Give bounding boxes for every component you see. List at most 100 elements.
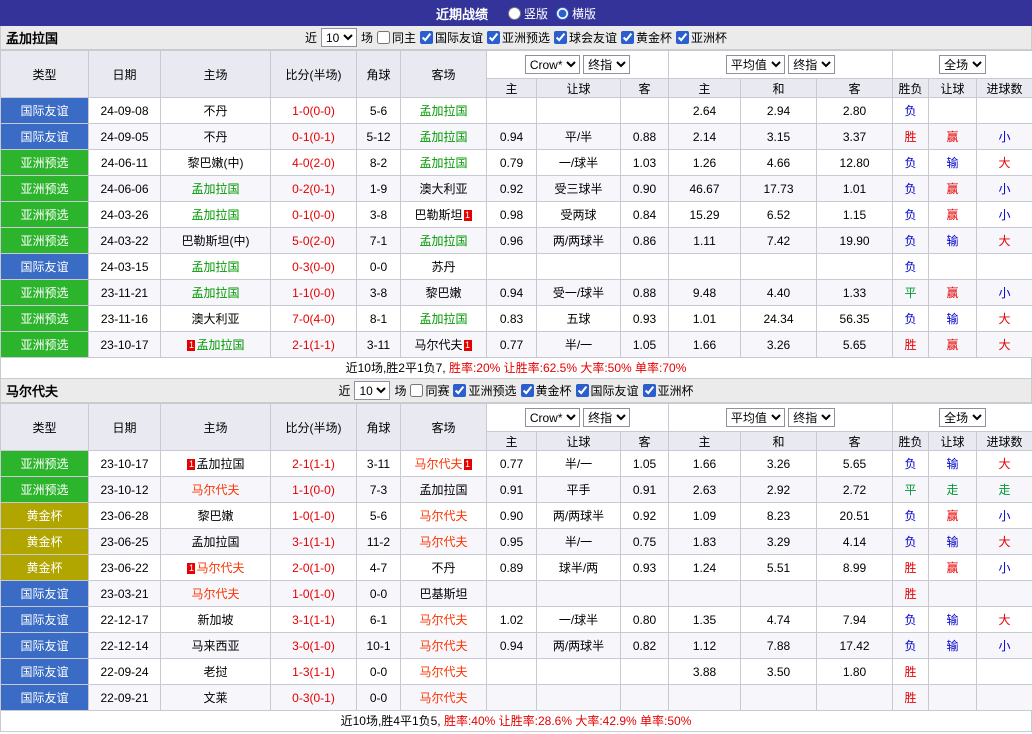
average-odds-time-select[interactable]: 终指 [788,55,835,74]
team-link[interactable]: 黎巴嫩 [197,509,233,523]
league-checkbox[interactable] [554,31,567,44]
league-checkbox[interactable] [576,384,589,397]
away-team-cell[interactable]: 马尔代夫1 [401,332,487,358]
league-filter[interactable]: 亚洲杯 [676,29,727,46]
league-checkbox[interactable] [676,31,689,44]
score-cell[interactable]: 5-0(2-0) [271,228,357,254]
league-filter[interactable]: 黄金杯 [521,382,572,399]
away-team-cell[interactable]: 巴基斯坦 [401,581,487,607]
team-link[interactable]: 马尔代夫 [419,691,467,705]
league-filter[interactable]: 球会友谊 [554,29,617,46]
score-cell[interactable]: 3-1(1-1) [271,529,357,555]
team-link[interactable]: 孟加拉国 [191,286,239,300]
home-team-cell[interactable]: 马来西亚 [161,633,271,659]
score-cell[interactable]: 3-0(1-0) [271,633,357,659]
home-team-cell[interactable]: 新加坡 [161,607,271,633]
league-filter[interactable]: 黄金杯 [621,29,672,46]
team-link[interactable]: 巴基斯坦 [419,587,467,601]
score-cell[interactable]: 2-0(1-0) [271,555,357,581]
team-link[interactable]: 新加坡 [197,613,233,627]
period-select[interactable]: 全场 [939,408,986,427]
average-odds-select[interactable]: 平均值 [726,55,785,74]
vertical-radio[interactable] [508,7,521,20]
score-cell[interactable]: 0-3(0-1) [271,685,357,711]
away-team-cell[interactable]: 孟加拉国 [401,228,487,254]
same-venue-checkbox[interactable] [410,384,423,397]
team-link[interactable]: 黎巴嫩(中) [188,156,244,170]
league-checkbox[interactable] [643,384,656,397]
score-cell[interactable]: 1-0(0-0) [271,98,357,124]
home-team-cell[interactable]: 孟加拉国 [161,280,271,306]
team-link[interactable]: 孟加拉国 [419,483,467,497]
layout-radio-horizontal[interactable]: 横版 [556,5,596,22]
team-link[interactable]: 马尔代夫 [414,338,462,352]
average-odds-time-select[interactable]: 终指 [788,408,835,427]
home-team-cell[interactable]: 孟加拉国 [161,529,271,555]
team-link[interactable]: 巴勒斯坦(中) [182,234,250,248]
away-team-cell[interactable]: 孟加拉国 [401,150,487,176]
home-team-cell[interactable]: 澳大利亚 [161,306,271,332]
league-checkbox[interactable] [621,31,634,44]
home-team-cell[interactable]: 孟加拉国 [161,254,271,280]
home-team-cell[interactable]: 不丹 [161,98,271,124]
team-link[interactable]: 巴勒斯坦 [414,208,462,222]
team-link[interactable]: 孟加拉国 [419,234,467,248]
home-team-cell[interactable]: 文莱 [161,685,271,711]
team-link[interactable]: 马尔代夫 [196,561,244,575]
score-cell[interactable]: 4-0(2-0) [271,150,357,176]
home-team-cell[interactable]: 老挝 [161,659,271,685]
away-team-cell[interactable]: 马尔代夫 [401,607,487,633]
team-link[interactable]: 孟加拉国 [419,104,467,118]
team-link[interactable]: 马尔代夫 [191,483,239,497]
away-team-cell[interactable]: 黎巴嫩 [401,280,487,306]
team-link[interactable]: 不丹 [203,104,227,118]
away-team-cell[interactable]: 孟加拉国 [401,98,487,124]
average-odds-select[interactable]: 平均值 [726,408,785,427]
score-cell[interactable]: 1-0(1-0) [271,581,357,607]
score-cell[interactable]: 0-2(0-1) [271,176,357,202]
odds-time-select[interactable]: 终指 [583,408,630,427]
home-team-cell[interactable]: 孟加拉国 [161,202,271,228]
score-cell[interactable]: 0-1(0-0) [271,202,357,228]
team-link[interactable]: 黎巴嫩 [425,286,461,300]
team-link[interactable]: 孟加拉国 [191,208,239,222]
score-cell[interactable]: 1-1(0-0) [271,477,357,503]
same-venue-filter[interactable]: 同赛 [410,382,449,399]
team-link[interactable]: 老挝 [203,665,227,679]
league-checkbox[interactable] [487,31,500,44]
league-filter[interactable]: 亚洲预选 [487,29,550,46]
team-link[interactable]: 澳大利亚 [419,182,467,196]
away-team-cell[interactable]: 马尔代夫 [401,503,487,529]
league-filter[interactable]: 国际友谊 [576,382,639,399]
team-link[interactable]: 孟加拉国 [191,182,239,196]
team-link[interactable]: 马尔代夫 [419,639,467,653]
score-cell[interactable]: 3-1(1-1) [271,607,357,633]
team-link[interactable]: 孟加拉国 [191,535,239,549]
team-link[interactable]: 马尔代夫 [419,509,467,523]
team-link[interactable]: 马尔代夫 [419,613,467,627]
same-venue-checkbox[interactable] [377,31,390,44]
league-filter[interactable]: 国际友谊 [420,29,483,46]
league-checkbox[interactable] [420,31,433,44]
away-team-cell[interactable]: 澳大利亚 [401,176,487,202]
team-link[interactable]: 不丹 [203,130,227,144]
league-filter[interactable]: 亚洲预选 [453,382,516,399]
away-team-cell[interactable]: 马尔代夫1 [401,451,487,477]
score-cell[interactable]: 1-3(1-1) [271,659,357,685]
team-link[interactable]: 马尔代夫 [419,535,467,549]
match-count-select[interactable]: 10 [321,28,357,47]
score-cell[interactable]: 0-3(0-0) [271,254,357,280]
away-team-cell[interactable]: 马尔代夫 [401,633,487,659]
home-team-cell[interactable]: 黎巴嫩(中) [161,150,271,176]
team-link[interactable]: 不丹 [431,561,455,575]
score-cell[interactable]: 0-1(0-1) [271,124,357,150]
score-cell[interactable]: 2-1(1-1) [271,451,357,477]
home-team-cell[interactable]: 巴勒斯坦(中) [161,228,271,254]
away-team-cell[interactable]: 苏丹 [401,254,487,280]
team-link[interactable]: 苏丹 [431,260,455,274]
team-link[interactable]: 孟加拉国 [419,156,467,170]
away-team-cell[interactable]: 孟加拉国 [401,477,487,503]
home-team-cell[interactable]: 黎巴嫩 [161,503,271,529]
away-team-cell[interactable]: 孟加拉国 [401,124,487,150]
home-team-cell[interactable]: 孟加拉国 [161,176,271,202]
